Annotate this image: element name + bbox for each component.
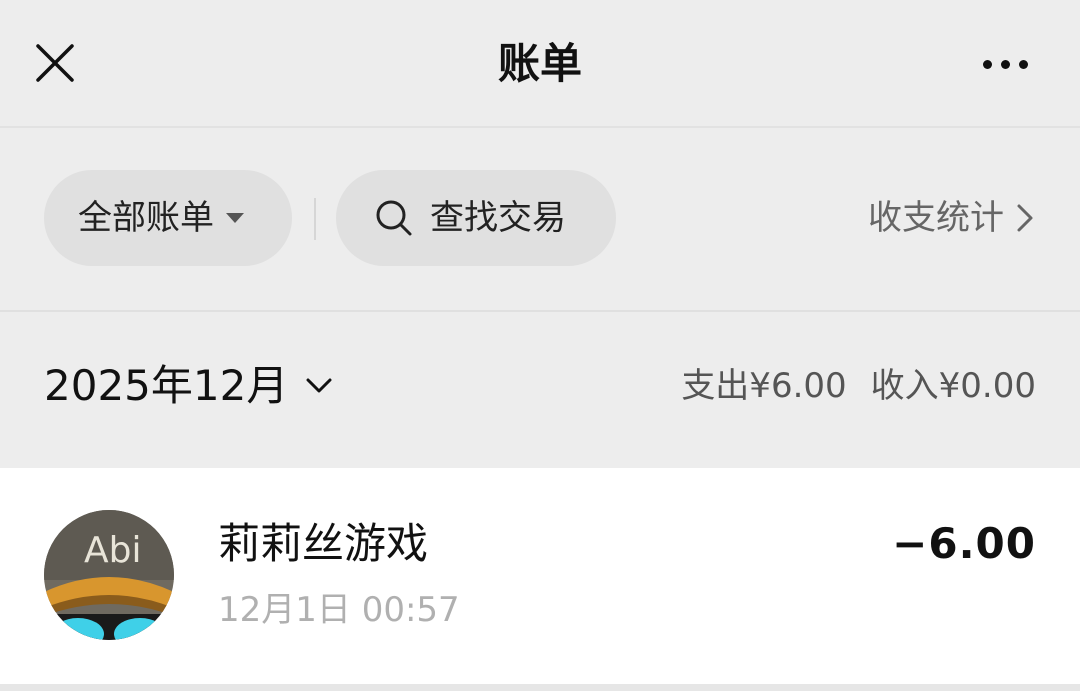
more-horizontal-icon — [982, 59, 1028, 69]
month-summary: 支出¥6.00 收入¥0.00 — [681, 364, 1036, 408]
month-selector[interactable]: 2025年12月 — [44, 356, 334, 416]
search-label: 查找交易 — [430, 198, 566, 238]
income-expense-stats-link[interactable]: 收支统计 — [868, 170, 1036, 266]
expense-total: 支出¥6.00 — [681, 366, 847, 406]
search-transactions-button[interactable]: 查找交易 — [336, 170, 616, 266]
filter-bar: 全部账单 查找交易 收支统计 — [0, 128, 1080, 312]
search-icon — [376, 200, 412, 236]
merchant-avatar: Abi — [44, 510, 174, 640]
all-bills-dropdown[interactable]: 全部账单 — [44, 170, 292, 266]
caret-down-icon — [226, 213, 244, 223]
bottom-separator — [0, 684, 1080, 691]
divider — [314, 198, 316, 240]
chevron-down-icon — [306, 378, 332, 393]
all-bills-label: 全部账单 — [78, 198, 214, 238]
page-title: 账单 — [497, 39, 582, 88]
stats-label: 收支统计 — [868, 198, 1004, 238]
transaction-amount: −6.00 — [892, 519, 1036, 568]
month-label: 2025年12月 — [44, 361, 289, 410]
avatar-text: Abi — [84, 530, 141, 571]
income-total: 收入¥0.00 — [870, 366, 1036, 406]
transaction-list: Abi 莉莉丝游戏 12月1日 00:57 −6.00 — [0, 468, 1080, 691]
transaction-time: 12月1日 00:57 — [218, 590, 460, 630]
merchant-name: 莉莉丝游戏 — [218, 519, 429, 568]
month-header: 2025年12月 支出¥6.00 收入¥0.00 — [0, 312, 1080, 468]
transaction-row[interactable]: Abi 莉莉丝游戏 12月1日 00:57 −6.00 — [0, 468, 1080, 684]
chevron-right-icon — [1017, 204, 1033, 232]
top-bar: 账单 — [0, 0, 1080, 128]
more-button[interactable] — [970, 40, 1040, 88]
